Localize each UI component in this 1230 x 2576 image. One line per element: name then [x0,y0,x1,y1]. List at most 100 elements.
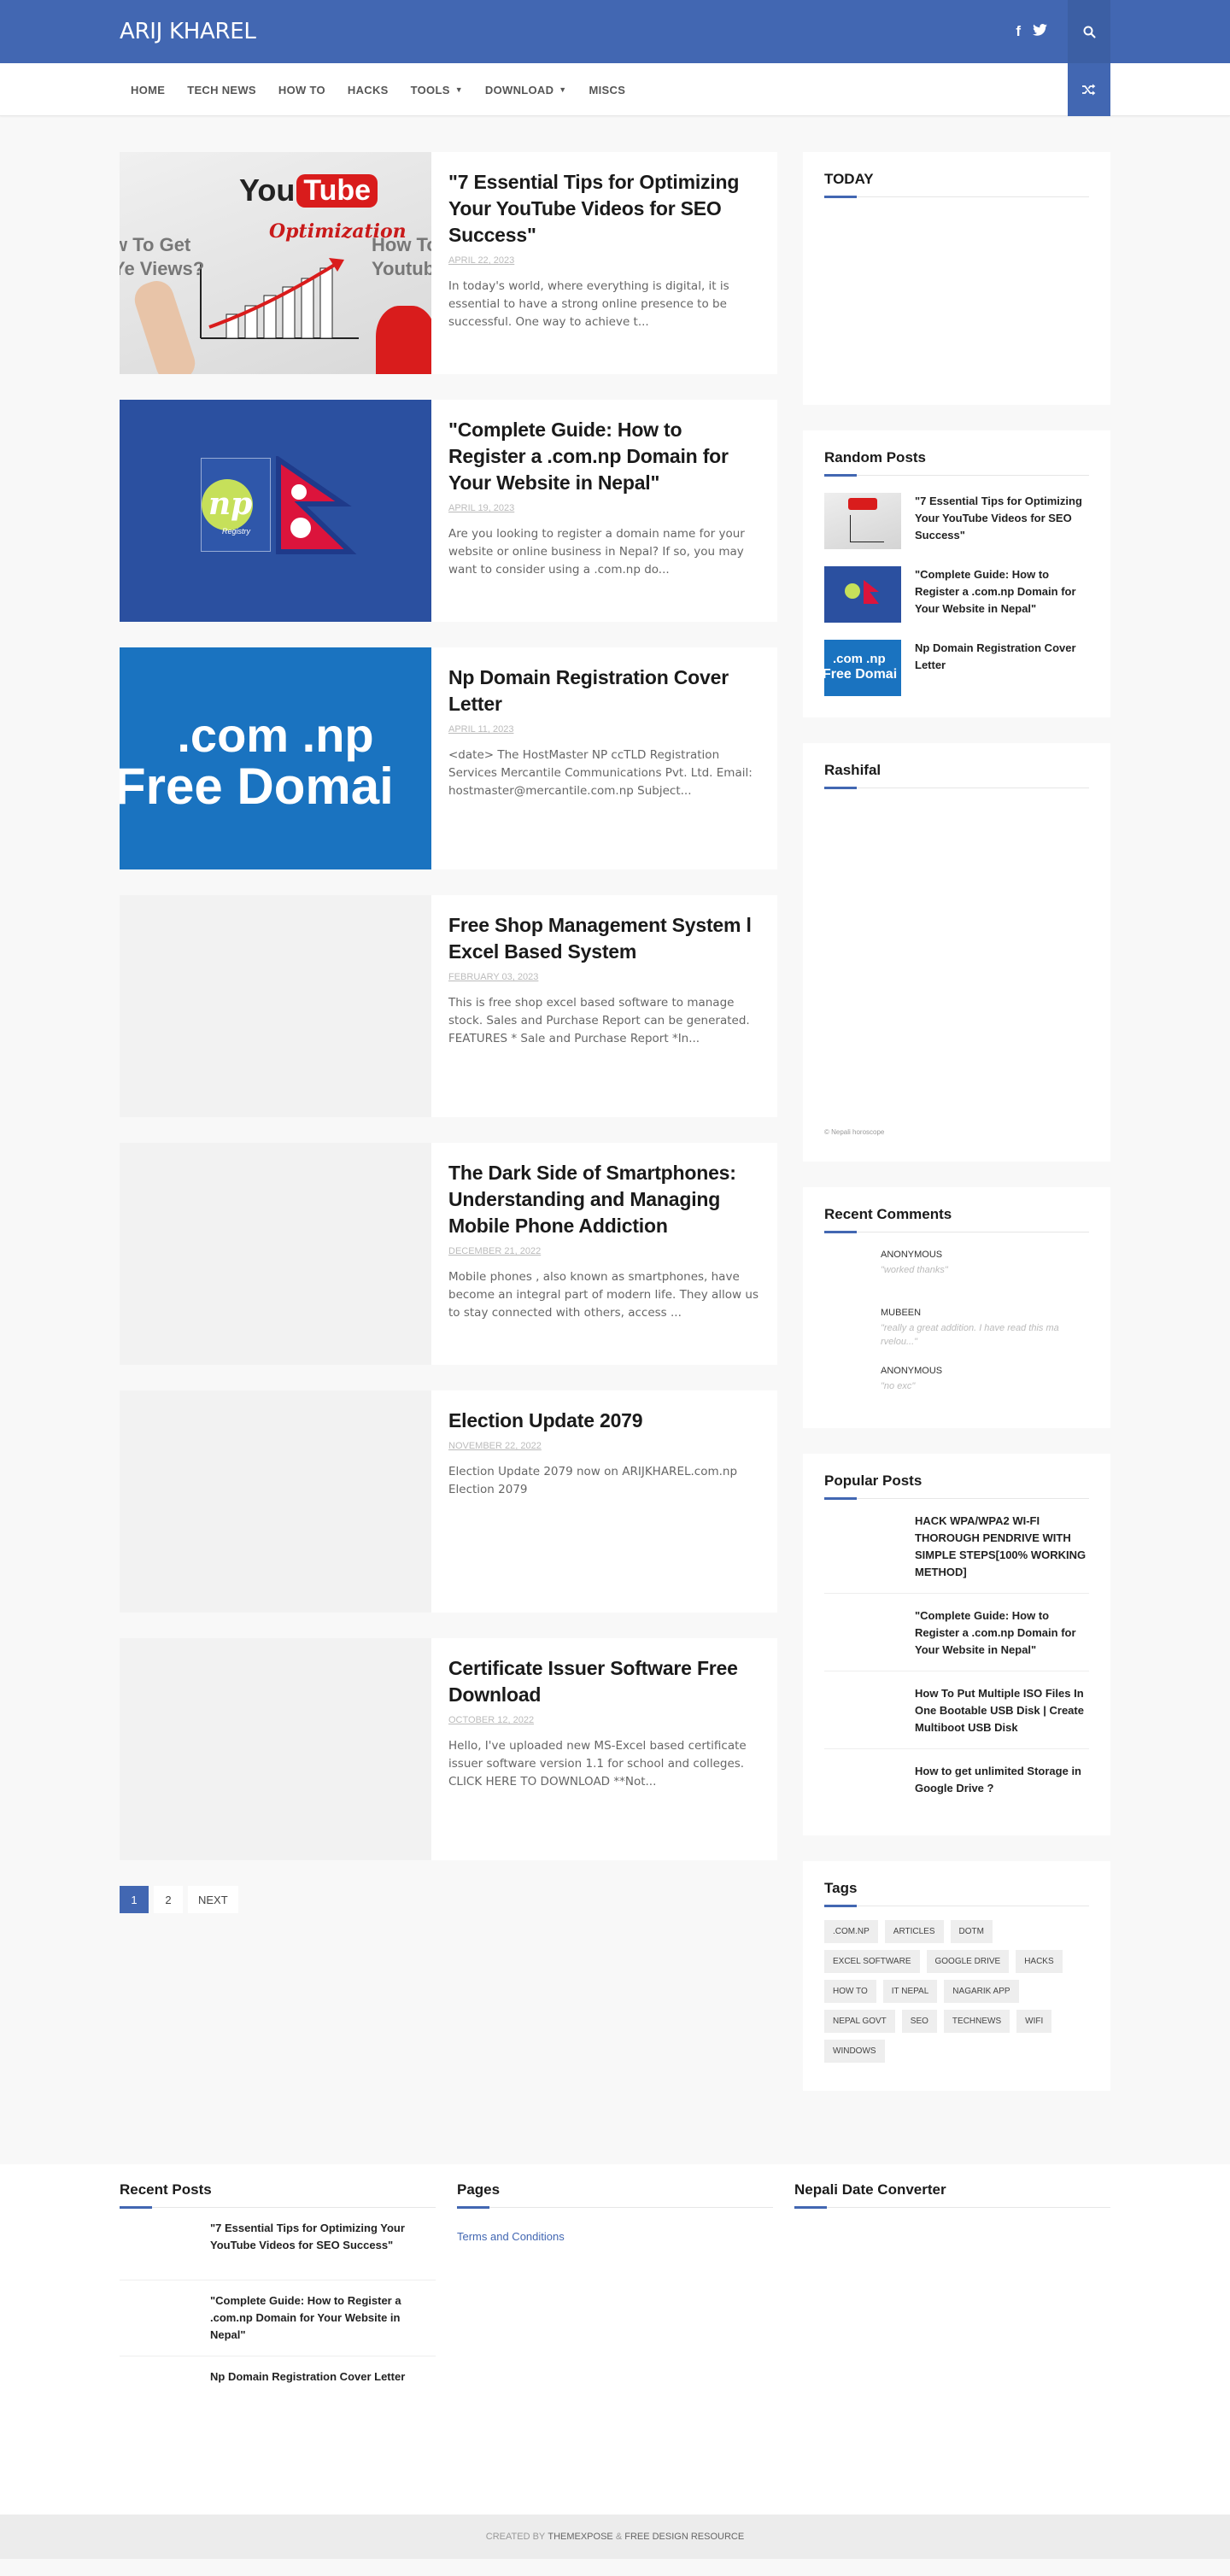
post-date[interactable]: APRIL 22, 2023 [448,255,760,266]
comment-text[interactable]: "no exc" [881,1379,942,1393]
post-thumbnail[interactable] [120,1390,431,1613]
nav-download[interactable]: DOWNLOAD ▼ [474,84,578,97]
list-item[interactable]: "Complete Guide: How to Register a .com.… [824,1594,1089,1671]
list-item[interactable]: How To Put Multiple ISO Files In One Boo… [824,1671,1089,1749]
tag-link[interactable]: NEPAL GOVT [824,2010,895,2033]
post-thumbnail[interactable]: .com .np Free Domai [824,640,901,696]
nav-home[interactable]: HOME [120,84,176,97]
post-list: You Tube Optimization w To Get Ye Views?… [120,152,777,2116]
post-thumbnail[interactable] [120,1143,431,1365]
facebook-icon[interactable]: f [1016,23,1021,40]
post-title[interactable]: The Dark Side of Smartphones: Understand… [448,1160,760,1239]
post-link[interactable]: "Complete Guide: How to Register a .com.… [915,566,1089,623]
post-link[interactable]: Np Domain Registration Cover Letter [915,640,1089,696]
tag-link[interactable]: HOW TO [824,1980,876,2003]
post-title[interactable]: "Complete Guide: How to Register a .com.… [448,417,760,496]
page-1-button[interactable]: 1 [120,1886,149,1913]
nav-how-to[interactable]: HOW TO [267,84,337,97]
list-item[interactable]: "Complete Guide: How to Register a .com.… [824,566,1089,623]
popular-posts-widget: Popular Posts HACK WPA/WPA2 WI-FI THOROU… [803,1454,1110,1835]
post-title[interactable]: Np Domain Registration Cover Letter [448,664,760,717]
post-link[interactable]: "Complete Guide: How to Register a .com.… [210,2292,436,2344]
list-item[interactable]: "Complete Guide: How to Register a .com.… [120,2280,436,2356]
comment-text[interactable]: "really a great addition. I have read th… [881,1321,1089,1349]
post-date[interactable]: NOVEMBER 22, 2022 [448,1441,760,1451]
post-thumbnail[interactable] [120,2292,196,2340]
comment-item[interactable]: MUBEEN "really a great addition. I have … [824,1308,1089,1349]
post-title[interactable]: Free Shop Management System l Excel Base… [448,912,760,965]
list-item[interactable]: Np Domain Registration Cover Letter [120,2356,436,2428]
comment-item[interactable]: ANONYMOUS "no exc" [824,1366,1089,1407]
post-thumbnail[interactable]: You Tube Optimization w To Get Ye Views?… [120,152,431,374]
post-card: Certificate Issuer Software Free Downloa… [120,1638,777,1860]
rashifal-credit[interactable]: © Nepali horoscope [824,1128,884,1136]
post-thumbnail[interactable] [120,895,431,1117]
post-thumbnail[interactable] [824,1513,901,1552]
avatar [824,1250,865,1291]
post-date[interactable]: FEBRUARY 03, 2023 [448,972,760,982]
site-logo[interactable]: ARIJ KHAREL [120,19,256,44]
nav-tech-news[interactable]: TECH NEWS [176,84,267,97]
random-post-button[interactable] [1068,63,1110,116]
post-thumbnail[interactable] [824,1763,901,1802]
nepal-flag-icon [276,456,357,554]
post-link[interactable]: Np Domain Registration Cover Letter [210,2368,405,2416]
nav-hacks[interactable]: HACKS [337,84,400,97]
list-item[interactable]: "7 Essential Tips for Optimizing Your Yo… [824,493,1089,549]
nav-miscs[interactable]: MISCS [578,84,637,97]
tag-link[interactable]: IT NEPAL [882,1980,938,2003]
next-page-button[interactable]: NEXT [188,1886,238,1913]
list-item[interactable]: "7 Essential Tips for Optimizing Your Yo… [120,2208,436,2280]
post-thumbnail[interactable] [120,2368,196,2416]
post-link[interactable]: How To Put Multiple ISO Files In One Boo… [915,1685,1089,1736]
twitter-icon[interactable] [1033,23,1047,40]
tag-link[interactable]: TECHNEWS [943,2010,1010,2033]
tag-link[interactable]: EXCEL SOFTWARE [824,1950,920,1973]
post-thumbnail[interactable]: np Registry [120,400,431,622]
comment-text[interactable]: "worked thanks" [881,1263,948,1277]
post-thumbnail[interactable] [824,566,901,623]
post-link[interactable]: "7 Essential Tips for Optimizing Your Yo… [210,2220,436,2268]
tag-link[interactable]: .COM.NP [824,1920,878,1943]
post-link[interactable]: "Complete Guide: How to Register a .com.… [915,1607,1089,1659]
post-link[interactable]: How to get unlimited Storage in Google D… [915,1763,1089,1802]
tag-link[interactable]: SEO [901,2010,937,2033]
post-date[interactable]: APRIL 11, 2023 [448,724,760,735]
avatar [824,1366,865,1407]
tag-link[interactable]: WINDOWS [824,2040,885,2063]
tag-link[interactable]: HACKS [1016,1950,1063,1973]
post-title[interactable]: Election Update 2079 [448,1408,760,1434]
tag-link[interactable]: NAGARIK APP [944,1980,1019,2003]
list-item[interactable]: .com .np Free Domai Np Domain Registrati… [824,640,1089,696]
post-title[interactable]: Certificate Issuer Software Free Downloa… [448,1655,760,1708]
post-date[interactable]: APRIL 19, 2023 [448,503,760,513]
themexpose-link[interactable]: THEMEXPOSE [548,2532,612,2542]
post-thumbnail[interactable] [120,2220,196,2268]
sidebar: TODAY Random Posts "7 Essential Tips for… [803,152,1110,2116]
recent-comments-widget: Recent Comments ANONYMOUS "worked thanks… [803,1187,1110,1428]
post-date[interactable]: DECEMBER 21, 2022 [448,1246,760,1256]
tag-link[interactable]: DOTM [950,1920,993,1943]
tag-link[interactable]: GOOGLE DRIVE [926,1950,1010,1973]
post-title[interactable]: "7 Essential Tips for Optimizing Your Yo… [448,169,760,249]
search-button[interactable] [1068,0,1110,63]
tag-link[interactable]: ARTICLES [884,1920,944,1943]
comment-author: ANONYMOUS [881,1366,943,1376]
list-item[interactable]: HACK WPA/WPA2 WI-FI THOROUGH PENDRIVE WI… [824,1499,1089,1594]
post-thumbnail[interactable] [120,1638,431,1860]
list-item[interactable]: How to get unlimited Storage in Google D… [824,1749,1089,1814]
post-link[interactable]: "7 Essential Tips for Optimizing Your Yo… [915,493,1089,549]
comment-item[interactable]: ANONYMOUS "worked thanks" [824,1250,1089,1291]
post-excerpt: <date> The HostMaster NP ccTLD Registrat… [448,748,753,798]
post-thumbnail[interactable]: .com .np Free Domai [120,647,431,869]
page-2-button[interactable]: 2 [154,1886,183,1913]
post-thumbnail[interactable] [824,1685,901,1724]
free-design-resource-link[interactable]: FREE DESIGN RESOURCE [624,2532,744,2542]
tag-link[interactable]: WIFI [1016,2010,1052,2033]
terms-link[interactable]: Terms and Conditions [457,2230,773,2243]
post-link[interactable]: HACK WPA/WPA2 WI-FI THOROUGH PENDRIVE WI… [915,1513,1089,1581]
post-date[interactable]: OCTOBER 12, 2022 [448,1715,760,1725]
post-thumbnail[interactable] [824,493,901,549]
nav-tools[interactable]: TOOLS ▼ [400,84,474,97]
post-thumbnail[interactable] [824,1607,901,1647]
